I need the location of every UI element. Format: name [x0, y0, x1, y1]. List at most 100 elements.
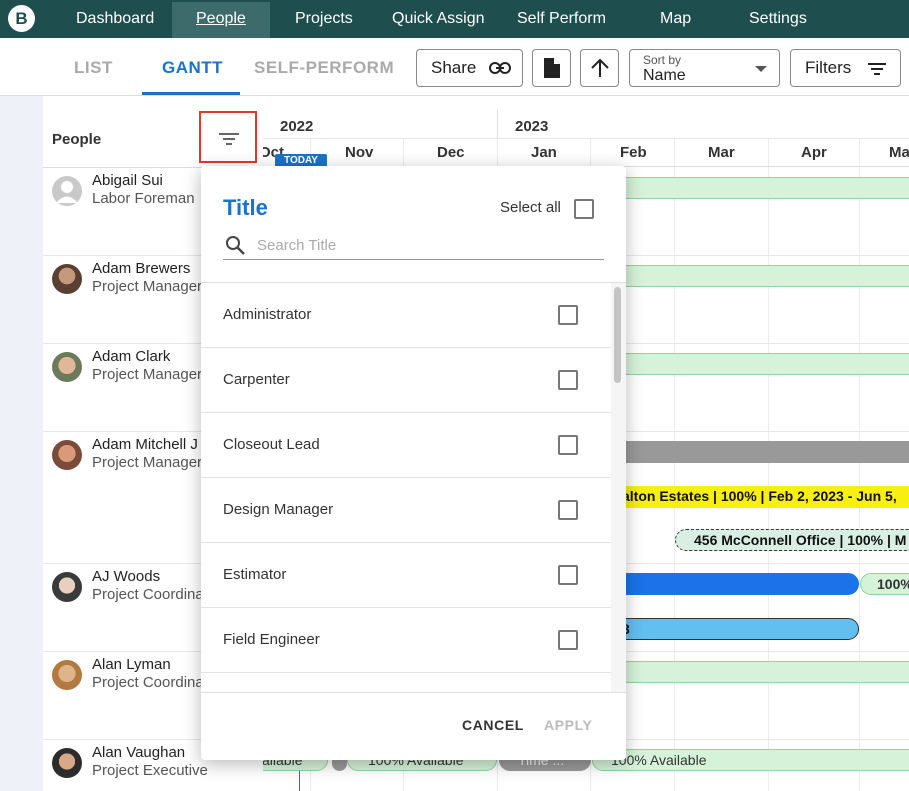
month-row-divider	[263, 138, 909, 139]
left-gutter	[0, 96, 43, 791]
nav-people[interactable]: People	[172, 2, 270, 38]
app-logo[interactable]: B	[8, 5, 35, 32]
filters-button[interactable]: Filters	[790, 49, 901, 87]
avatar	[52, 660, 82, 690]
person-name: Adam Clark	[92, 348, 171, 365]
upload-button[interactable]	[580, 49, 619, 87]
avatar	[52, 572, 82, 602]
assignment-bar[interactable]: 100%	[860, 573, 909, 595]
person-title: Project Manager	[92, 278, 203, 295]
select-all-label: Select all	[500, 199, 561, 216]
month-gridline	[859, 138, 860, 791]
filter-option[interactable]: Closeout Lead	[201, 413, 611, 478]
filter-option-checkbox[interactable]	[558, 370, 578, 390]
nav-projects[interactable]: Projects	[295, 0, 353, 38]
month-gridline	[768, 138, 769, 791]
assignment-bar[interactable]	[613, 573, 859, 595]
active-tab-indicator	[142, 92, 240, 95]
month-label: Mar	[708, 144, 735, 161]
person-name: AJ Woods	[92, 568, 161, 585]
assignment-bar[interactable]	[613, 661, 909, 683]
year-divider	[497, 110, 498, 140]
filter-option[interactable]: Administrator	[201, 283, 611, 348]
people-header-label: People	[52, 131, 102, 148]
nav-quick-assign[interactable]: Quick Assign	[392, 0, 484, 38]
filter-option-checkbox[interactable]	[558, 500, 578, 520]
filter-option-checkbox[interactable]	[558, 305, 578, 325]
share-button[interactable]: Share	[416, 49, 523, 87]
popup-footer-divider	[201, 692, 626, 693]
filter-option[interactable]: Carpenter	[201, 348, 611, 413]
nav-self-perform[interactable]: Self Perform	[517, 0, 606, 38]
month-label: Feb	[620, 144, 647, 161]
month-gridline	[674, 138, 675, 791]
nav-map[interactable]: Map	[660, 0, 691, 38]
filter-icon	[219, 133, 239, 145]
assignment-bar-walton-estates[interactable]: alton Estates | 100% | Feb 2, 2023 - Jun…	[618, 486, 909, 508]
assignment-bar[interactable]	[613, 353, 909, 375]
sort-by-value: Name	[643, 67, 686, 84]
sort-by-caption: Sort by	[643, 53, 682, 67]
title-filter-button[interactable]	[199, 111, 257, 163]
assignment-bar-mcconnell-office[interactable]: 456 McConnell Office | 100% | M	[675, 529, 909, 551]
nav-settings[interactable]: Settings	[749, 0, 807, 38]
month-label: Ma	[889, 144, 909, 161]
search-underline	[223, 259, 604, 260]
share-button-label: Share	[431, 58, 477, 77]
filter-option-checkbox[interactable]	[558, 435, 578, 455]
month-label: Apr	[801, 144, 827, 161]
person-name: Alan Lyman	[92, 656, 171, 673]
person-title: Project Coordina	[92, 674, 204, 691]
popup-title: Title	[223, 195, 268, 220]
cancel-button[interactable]: CANCEL	[462, 717, 524, 733]
avatar	[52, 440, 82, 470]
title-search-input[interactable]	[257, 234, 597, 256]
person-title: Project Manager	[92, 454, 203, 471]
filter-option-label: Closeout Lead	[223, 436, 320, 453]
person-name: Adam Brewers	[92, 260, 191, 277]
document-icon	[544, 58, 560, 78]
person-title: Project Coordina	[92, 586, 204, 603]
list-scrollbar-thumb[interactable]	[614, 287, 621, 383]
person-name: Adam Mitchell J	[92, 436, 198, 453]
filter-option-checkbox[interactable]	[558, 630, 578, 650]
filter-option-label: Estimator	[223, 566, 287, 583]
tab-list[interactable]: LIST	[74, 58, 113, 78]
export-document-button[interactable]	[532, 49, 571, 87]
link-icon	[489, 62, 511, 74]
avatar	[52, 748, 82, 778]
filter-option-label: Design Manager	[223, 501, 334, 518]
assignment-bar[interactable]	[613, 177, 909, 199]
filter-option-label: Carpenter	[223, 371, 290, 388]
filter-option[interactable]: Estimator	[201, 543, 611, 608]
month-label: Dec	[437, 144, 465, 161]
sort-by-select[interactable]: Sort by Name	[629, 49, 780, 87]
assignment-bar[interactable]: 3	[613, 618, 859, 640]
apply-button[interactable]: APPLY	[544, 717, 592, 733]
year-label-2022: 2022	[280, 118, 314, 135]
tab-gantt[interactable]: GANTT	[162, 58, 223, 78]
nav-dashboard[interactable]: Dashboard	[76, 0, 154, 38]
avatar-placeholder-icon	[52, 176, 82, 206]
filter-icon	[868, 63, 886, 75]
chevron-down-icon	[755, 66, 767, 72]
tab-self-perform[interactable]: SELF-PERFORM	[254, 58, 394, 78]
avatar	[52, 352, 82, 382]
availability-bar[interactable]: 100% Available	[592, 749, 909, 771]
title-filter-popup: Title Select all Administrator Carpenter…	[201, 166, 626, 760]
filter-option-checkbox[interactable]	[558, 565, 578, 585]
search-icon	[226, 236, 245, 255]
person-name: Alan Vaughan	[92, 744, 186, 761]
arrow-up-icon	[591, 58, 609, 77]
filter-option[interactable]: Field Engineer	[201, 608, 611, 673]
month-label: Jan	[531, 144, 557, 161]
filter-option-label: Field Engineer	[223, 631, 320, 648]
assignment-bar[interactable]	[613, 265, 909, 287]
person-title: Labor Foreman	[92, 190, 195, 207]
assignment-bar[interactable]	[613, 441, 909, 463]
select-all-checkbox[interactable]	[574, 199, 594, 219]
filter-option[interactable]: Design Manager	[201, 478, 611, 543]
top-navigation: B Dashboard People Projects Quick Assign…	[0, 0, 909, 38]
month-label: Nov	[345, 144, 374, 161]
filters-button-label: Filters	[805, 58, 852, 77]
